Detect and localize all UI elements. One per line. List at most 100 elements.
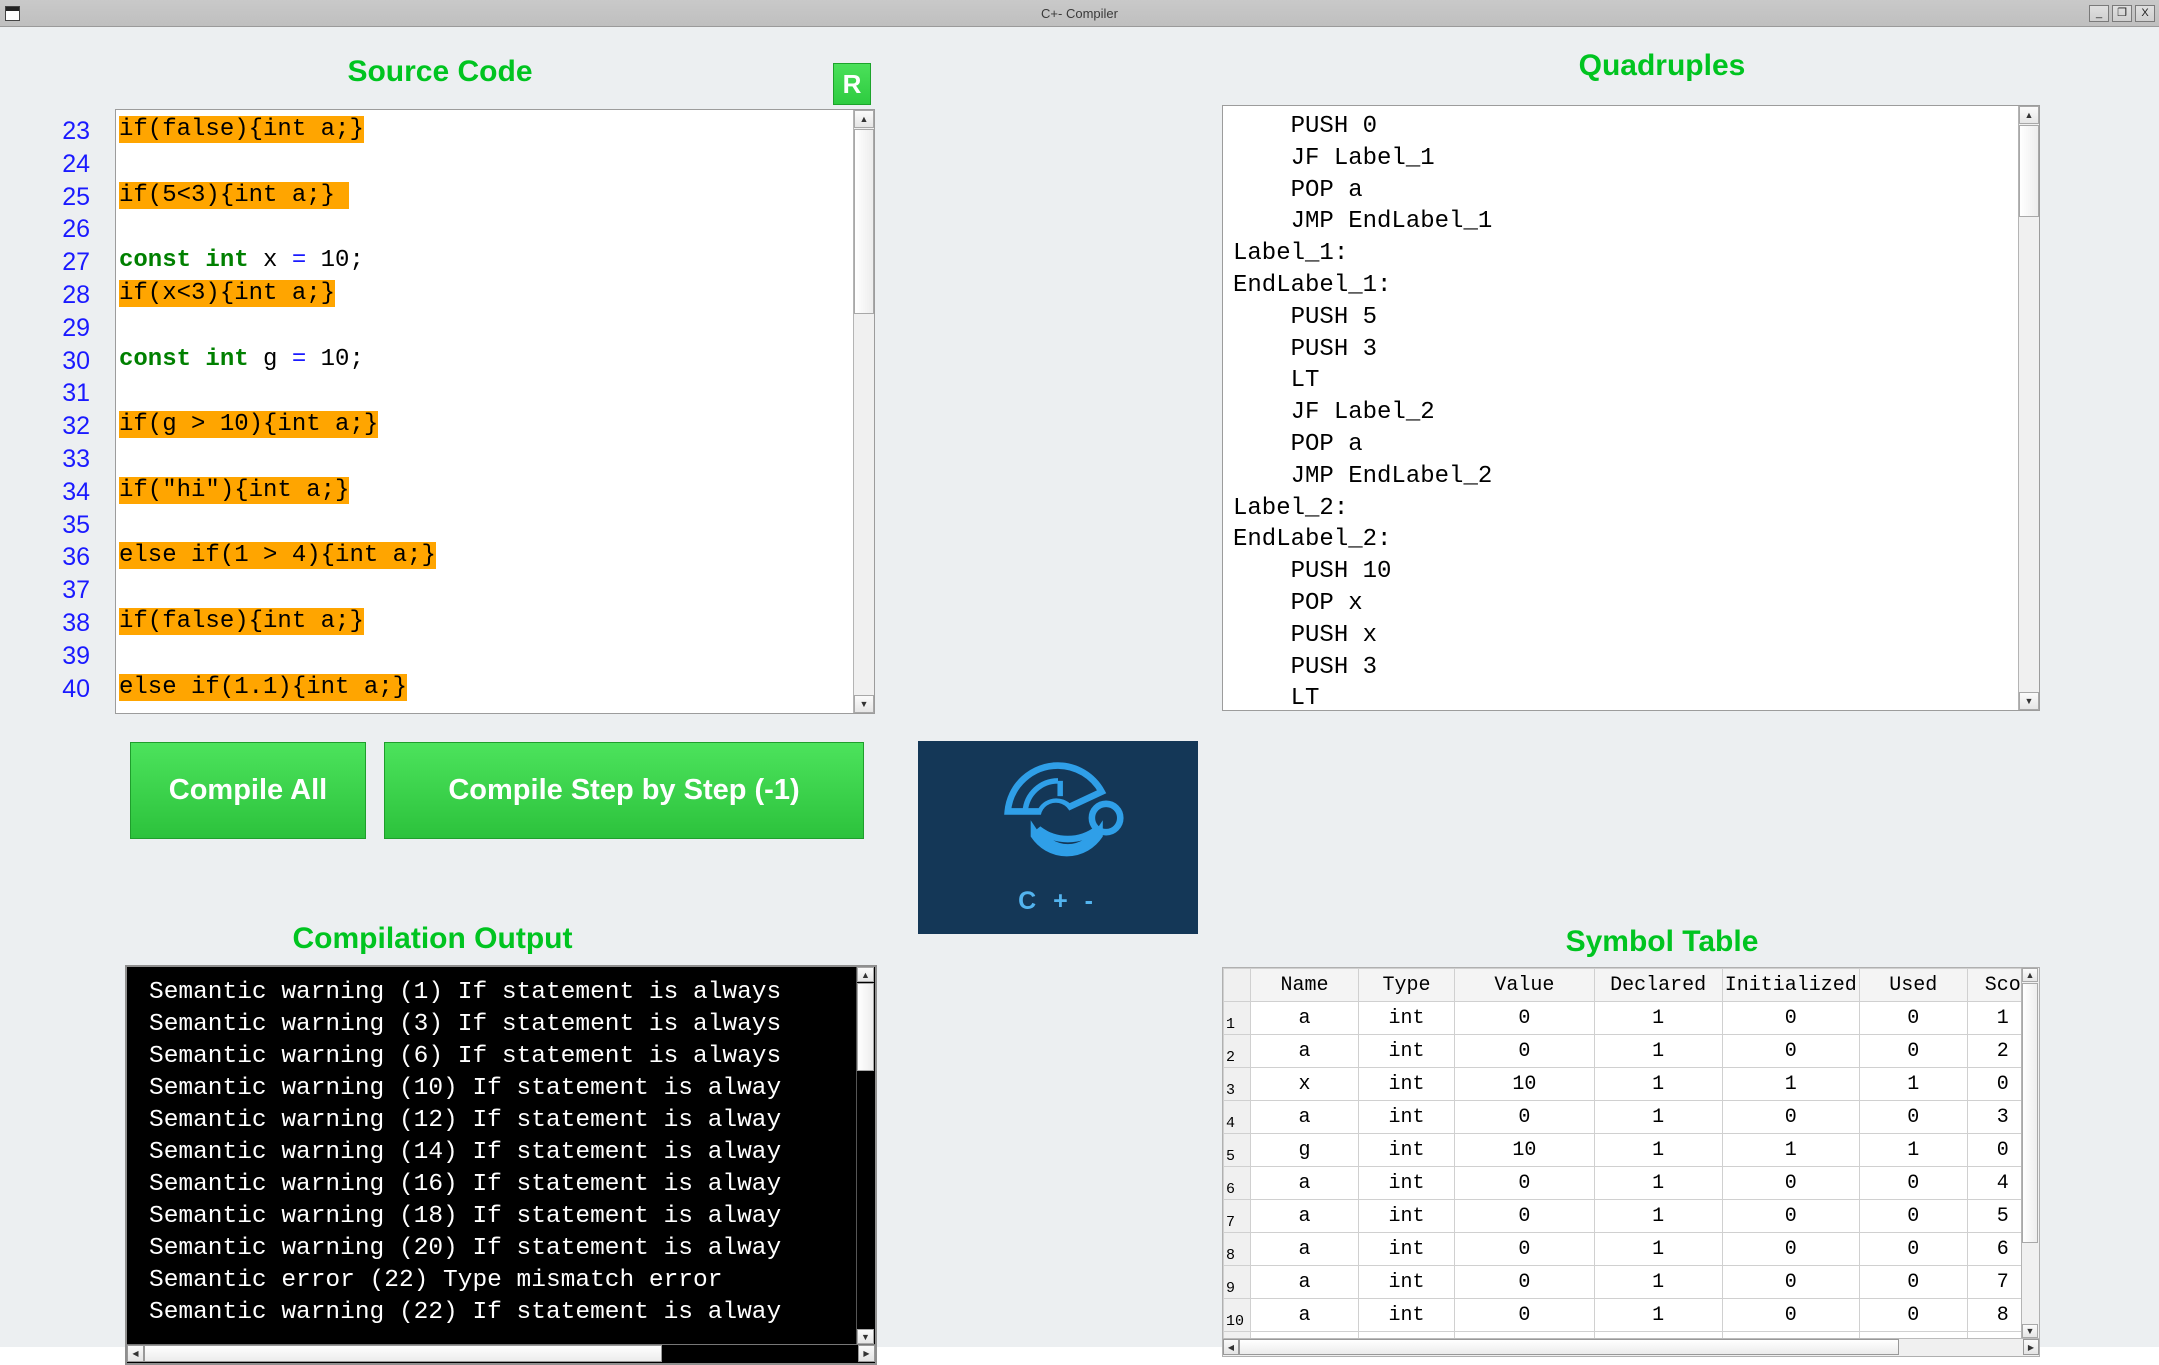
quadruple-line: PUSH 3 [1233,335,1378,363]
symbol-cell: 0 [1721,1265,1860,1299]
table-row[interactable]: 5 g int 10 1 1 1 0 [1223,1133,2039,1167]
reset-button[interactable]: R [833,63,871,105]
compilation-output-console[interactable]: Semantic warning (1) If statement is alw… [125,965,877,1365]
code-line: if(x<3){int a;} [119,279,336,307]
table-row[interactable]: 2 a int 0 1 0 0 2 [1223,1034,2039,1068]
table-row[interactable]: 4 a int 0 1 0 0 3 [1223,1100,2039,1134]
symbol-cell: 0 [1858,1166,1968,1200]
compile-all-button[interactable]: Compile All [130,742,366,839]
code-line: if("hi"){int a;} [119,476,350,504]
quadruple-line: Label_2: [1233,494,1349,522]
line-number: 33 [62,444,90,473]
cplusminus-logo-icon [1004,762,1124,857]
maximize-button[interactable]: ❐ [2112,4,2132,22]
symbol-cell: int [1357,1232,1456,1266]
table-row[interactable]: 8 a int 0 1 0 0 6 [1223,1232,2039,1266]
symbol-cell: 0 [1721,1232,1860,1266]
symbol-cell: 1 [1721,1133,1860,1167]
symbol-cell: 1 [1593,1034,1723,1068]
symbol-cell: 0 [1454,1001,1595,1035]
symbol-cell: 1 [1593,1199,1723,1233]
scroll-down-icon[interactable]: ▼ [2022,1324,2038,1338]
symbol-cell: a [1250,1034,1359,1068]
scroll-up-icon[interactable]: ▲ [2019,106,2039,124]
symbol-cell: 0 [1858,1199,1968,1233]
symbol-cell: 0 [1721,1166,1860,1200]
code-text-area[interactable]: if(false){int a;} if(5<3){int a;} const … [115,109,875,714]
close-button[interactable]: X [2135,4,2155,22]
symbol-cell: 1 [1858,1067,1968,1101]
quadruples-text-area[interactable]: PUSH 0 JF Label_1 POP a JMP EndLabel_1 La… [1222,105,2040,711]
table-row[interactable]: 7 a int 0 1 0 0 5 [1223,1199,2039,1233]
symbol-cell: 10 [1454,1067,1595,1101]
symbol-table-header-initialized: Initialized [1721,968,1860,1002]
line-number: 29 [62,313,90,342]
symbol-cell: 1 [1593,1232,1723,1266]
symbol-table-header-type: Type [1357,968,1456,1002]
symbol-cell: 0 [1454,1265,1595,1299]
scroll-right-icon[interactable]: ▶ [2023,1339,2039,1355]
symbol-cell: 3 [1223,1067,1252,1101]
symbol-cell: int [1357,1265,1456,1299]
quadruple-line: PUSH 3 [1233,653,1378,681]
symbol-cell: 0 [1858,1265,1968,1299]
symbol-table-vertical-scrollbar[interactable]: ▲ ▼ [2021,968,2039,1338]
line-number-gutter: 23 24 25 26 27 28 29 30 31 32 33 34 35 36 37 38 39 40 [0,109,115,714]
symbol-cell: int [1357,1166,1456,1200]
compile-step-by-step-button[interactable]: Compile Step by Step (-1) [384,742,864,839]
output-hscroll-thumb[interactable] [144,1345,662,1362]
quadruple-line: JF Label_2 [1233,399,1435,427]
scroll-down-icon[interactable]: ▼ [857,1329,874,1344]
output-line: Semantic warning (3) If statement is alw… [149,1011,782,1038]
symbol-scroll-thumb[interactable] [2022,983,2038,1243]
scroll-down-icon[interactable]: ▼ [854,695,874,713]
output-line: Semantic warning (6) If statement is alw… [149,1043,782,1070]
quadruple-line: LT [1233,685,1320,711]
symbol-cell: 0 [1454,1034,1595,1068]
symbol-cell: int [1357,1199,1456,1233]
table-row[interactable]: 10 a int 0 1 0 0 8 [1223,1298,2039,1332]
symbol-hscroll-thumb[interactable] [1239,1339,1899,1355]
symbol-cell: g [1250,1133,1359,1167]
symbol-cell: 1 [1593,1133,1723,1167]
symbol-cell: 9 [1223,1265,1252,1299]
logo-text: C + - [1018,887,1098,915]
table-row[interactable]: 9 a int 0 1 0 0 7 [1223,1265,2039,1299]
scroll-up-icon[interactable]: ▲ [854,110,874,128]
scroll-down-icon[interactable]: ▼ [2019,692,2039,710]
source-vertical-scrollbar[interactable]: ▲ ▼ [853,110,874,713]
symbol-cell: 0 [1721,1199,1860,1233]
table-row[interactable]: 1 a int 0 1 0 0 1 [1223,1001,2039,1035]
symbol-table-panel[interactable]: Name Type Value Declared Initialized Used Sco … [1222,967,2040,1357]
output-line: Semantic error (22) Type mismatch error [149,1267,723,1294]
table-row[interactable]: 6 a int 0 1 0 0 4 [1223,1166,2039,1200]
symbol-cell: int [1357,1133,1456,1167]
code-line: else if(1.1){int a;} [119,673,408,701]
source-scroll-thumb[interactable] [854,129,874,314]
quadruples-scroll-thumb[interactable] [2019,125,2039,217]
symbol-cell: int [1357,1034,1456,1068]
scroll-up-icon[interactable]: ▲ [2022,968,2038,982]
symbol-cell: int [1357,1100,1456,1134]
scroll-left-icon[interactable]: ◀ [127,1345,144,1362]
scroll-left-icon[interactable]: ◀ [1223,1339,1239,1355]
line-number: 24 [62,149,90,178]
code-line: if(g > 10){int a;} [119,411,379,439]
quadruple-line: EndLabel_2: [1233,526,1392,554]
quadruple-line: POP x [1233,589,1363,617]
symbol-table-header-declared: Declared [1593,968,1723,1002]
symbol-table-horizontal-scrollbar[interactable]: ◀ ▶ [1223,1338,2039,1356]
code-line: if(5<3){int a;} [119,181,350,209]
output-vertical-scrollbar[interactable]: ▲ ▼ [856,967,875,1344]
output-scroll-thumb[interactable] [857,983,874,1071]
quadruples-vertical-scrollbar[interactable]: ▲ ▼ [2018,106,2039,710]
quadruple-line: EndLabel_1: [1233,271,1392,299]
scroll-right-icon[interactable]: ▶ [858,1345,875,1362]
minimize-button[interactable]: _ [2089,4,2109,22]
table-row[interactable]: 3 x int 10 1 1 1 0 [1223,1067,2039,1101]
scroll-up-icon[interactable]: ▲ [857,967,874,982]
symbol-cell: 1 [1593,1166,1723,1200]
quadruple-line: PUSH x [1233,621,1378,649]
